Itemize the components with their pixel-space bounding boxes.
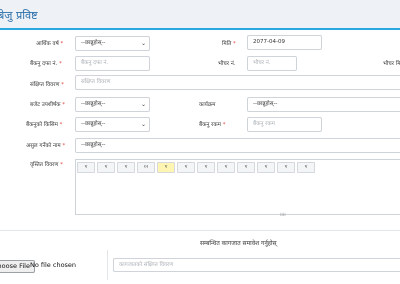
toolbar-button[interactable]: ग [237,162,255,173]
file-description-input[interactable]: कागजातको संक्षिप्त विवरण [113,258,400,272]
bank-voucher-no-input[interactable]: बैंकनु दफा नं. [75,56,150,71]
auditor-name-select[interactable]: --छान्नुहोस्-- [75,138,400,153]
bank-amount-label: बैंकनु रकम * [199,122,226,128]
bank-voucher-no-label: बैंकनु दफा नं. * [30,61,62,67]
budget-sub-head-select[interactable]: --छान्नुहोस्-- ⌄ [75,97,150,112]
toolbar-button[interactable]: ग [77,162,95,173]
date-input[interactable]: 2077-04-09 [247,35,322,50]
program-label: कार्यक्रम [199,102,216,108]
chevron-down-icon: ⌄ [140,40,146,47]
short-description-label: संक्षिप्त विवरण * [30,82,64,88]
date-label: मिति * [222,41,236,47]
no-file-chosen-text: No file chosen [30,261,77,269]
toolbar-button[interactable]: ग [197,162,215,173]
fiscal-year-select[interactable]: --छान्नुहोस्-- ⌄ [75,36,150,51]
voucher-date-label: भौचर मिति [383,61,400,67]
detailed-description-label: वृस्तित विवरण * [30,162,63,168]
chevron-down-icon: ⌄ [140,101,146,108]
toolbar-button-highlight[interactable]: ग [157,162,175,173]
toolbar-button[interactable]: ग [257,162,275,173]
toolbar-button[interactable]: ग [177,162,195,173]
voucher-no-label: भौचर नं. [218,61,236,67]
program-select[interactable]: --छान्नुहोस्-- [247,97,400,112]
toolbar-button[interactable]: ग [277,162,295,173]
bank-amount-input[interactable]: बैंकनु रकम [247,117,322,132]
voucher-no-input[interactable]: भौचर नं. [247,56,297,71]
page-header: बेजु प्रविष्ट [0,0,400,30]
toolbar-button[interactable]: १२ [137,162,155,173]
bank-type-select[interactable]: --छान्नुहोस्-- ⌄ [75,117,150,132]
short-description-input[interactable]: संक्षिप्त विवरण [75,75,400,90]
section-divider [0,230,400,231]
toolbar-button[interactable]: ग [217,162,235,173]
bank-type-label: बैंकनुको किसिम * [26,122,63,128]
toolbar-button[interactable]: ग [117,162,135,173]
budget-sub-head-label: बजेट उपशीर्षक * [30,102,65,108]
toolbar-button[interactable]: ग [97,162,115,173]
fiscal-year-label: आर्थिक वर्ष * [36,41,64,47]
editor-toolbar: ग ग ग १२ ग ग ग ग ग ग ग ग [77,161,400,174]
column-divider [107,250,108,280]
resize-grip-icon[interactable]: ⠿⠿ [280,212,286,217]
attachments-title: सम्बन्धित कागजात समावेश गर्नुहोस् [200,240,277,247]
chevron-down-icon: ⌄ [140,121,146,128]
page-title: बेजु प्रविष्ट [0,9,38,22]
toolbar-button[interactable]: ग [297,162,315,173]
auditor-name-label: असुल गर्नेको नाम * [26,143,66,149]
